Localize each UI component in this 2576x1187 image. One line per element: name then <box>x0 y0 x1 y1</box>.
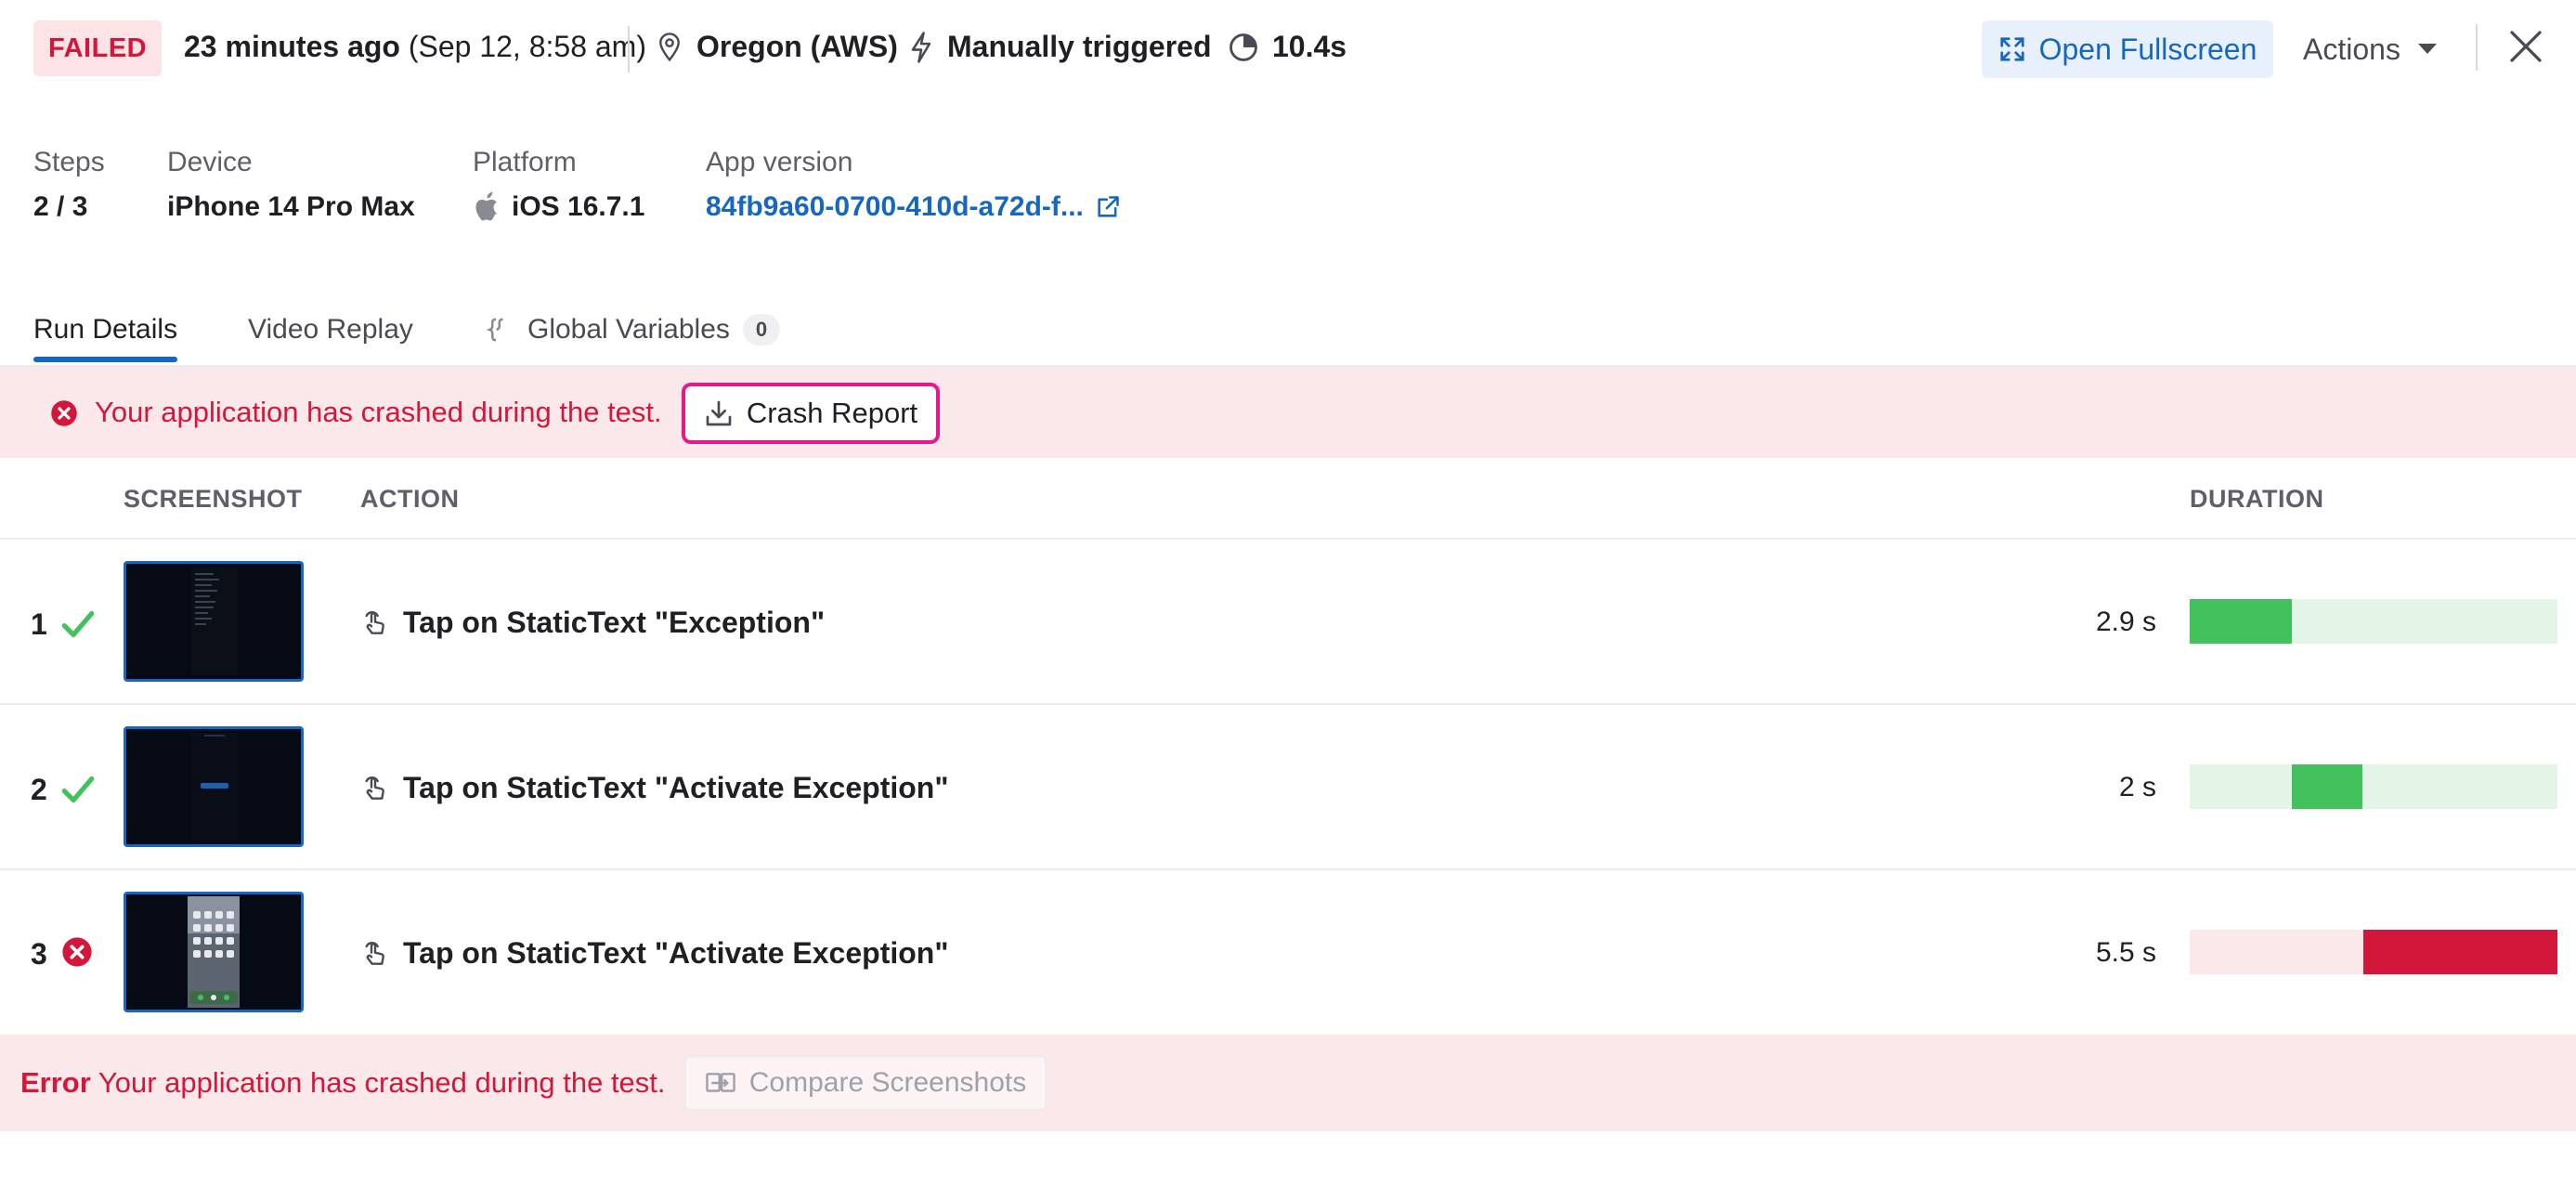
tab-global-variables-label: Global Variables <box>527 314 730 345</box>
crash-message: Your application has crashed during the … <box>95 396 662 428</box>
step-duration: 2.9 s <box>2095 607 2156 637</box>
lightning-icon <box>908 31 934 64</box>
step-screenshot-thumbnail[interactable] <box>124 892 304 1012</box>
platform-value: iOS 16.7.1 <box>473 191 644 223</box>
duration-track <box>2190 764 2557 809</box>
open-fullscreen-button[interactable]: Open Fullscreen <box>1982 20 2273 78</box>
caret-down-icon <box>2417 43 2438 56</box>
tap-icon <box>360 939 390 969</box>
app-version-link[interactable]: 84fb9a60-0700-410d-a72d-f... <box>706 191 1121 223</box>
header-divider <box>628 26 630 72</box>
run-time: 23 minutes ago (Sep 12, 8:58 am) <box>184 30 646 64</box>
step-number: 1 <box>31 607 47 641</box>
active-tab-indicator <box>33 357 177 362</box>
device-value: iPhone 14 Pro Max <box>167 191 415 222</box>
error-label: Error <box>20 1066 91 1099</box>
download-icon <box>704 398 734 428</box>
check-icon <box>59 773 97 811</box>
step-duration: 2 s <box>2118 772 2156 802</box>
external-link-icon <box>1095 194 1121 220</box>
step-number: 2 <box>31 773 47 806</box>
error-message: Error Your application has crashed durin… <box>20 1066 666 1100</box>
variables-count-badge: 0 <box>742 314 781 346</box>
step-screenshot-thumbnail[interactable] <box>124 726 304 847</box>
crash-report-button[interactable]: Crash Report <box>682 383 940 444</box>
duration-bar <box>2190 930 2557 974</box>
device-label: Device <box>167 147 253 177</box>
step-action: Tap on StaticText "Exception" <box>360 606 825 640</box>
crash-report-label: Crash Report <box>746 397 918 429</box>
actions-label: Actions <box>2303 32 2400 66</box>
duration-fill <box>2363 930 2557 974</box>
failed-x-icon <box>61 936 93 972</box>
step-action: Tap on StaticText "Activate Exception" <box>360 936 949 971</box>
compare-screenshots-label: Compare Screenshots <box>748 1067 1027 1098</box>
tap-icon <box>360 774 390 803</box>
compare-icon <box>705 1069 736 1097</box>
platform-text: iOS 16.7.1 <box>512 191 645 222</box>
close-icon <box>2507 28 2544 65</box>
trigger: Manually triggered <box>908 30 1212 64</box>
row-divider <box>0 868 2576 870</box>
app-version-text: 84fb9a60-0700-410d-a72d-f... <box>706 191 1084 222</box>
duration-label: 10.4s <box>1272 30 1347 63</box>
row-divider <box>0 703 2576 705</box>
duration-bar <box>2190 764 2557 809</box>
time-exact: (Sep 12, 8:58 am) <box>408 30 646 63</box>
error-circle-icon <box>50 399 78 432</box>
step-action-label: Tap on StaticText "Activate Exception" <box>403 771 949 804</box>
tab-run-details-label: Run Details <box>33 314 178 345</box>
step-screenshot-thumbnail[interactable] <box>124 561 304 682</box>
actions-divider <box>2476 24 2478 71</box>
close-button[interactable] <box>2507 28 2544 65</box>
actions-dropdown[interactable]: Actions <box>2303 20 2438 78</box>
step-action-label: Tap on StaticText "Activate Exception" <box>403 936 949 970</box>
table-header-divider <box>0 538 2576 540</box>
tap-icon <box>360 608 390 638</box>
step-action: Tap on StaticText "Activate Exception" <box>360 771 949 805</box>
location-label: Oregon (AWS) <box>696 30 898 63</box>
open-fullscreen-label: Open Fullscreen <box>2038 32 2257 66</box>
app-version-label: App version <box>706 147 853 177</box>
error-message-text: Your application has crashed during the … <box>98 1066 666 1099</box>
steps-value: 2 / 3 <box>33 191 88 222</box>
map-pin-icon <box>656 32 683 63</box>
step-number: 3 <box>31 937 47 971</box>
location: Oregon (AWS) <box>656 30 898 64</box>
time-ago: 23 minutes ago <box>184 30 400 63</box>
duration-fill <box>2292 764 2362 809</box>
column-header-duration: DURATION <box>2190 485 2324 513</box>
steps-label: Steps <box>33 147 105 177</box>
step-duration: 5.5 s <box>2095 937 2156 968</box>
tab-video-replay-label: Video Replay <box>248 314 413 345</box>
check-icon <box>59 607 97 646</box>
status-badge: FAILED <box>33 20 163 76</box>
column-header-screenshot: SCREENSHOT <box>124 485 303 513</box>
apple-icon <box>473 191 501 223</box>
platform-label: Platform <box>473 147 577 177</box>
duration-bar <box>2190 599 2557 644</box>
curly-braces-icon <box>487 316 514 344</box>
test-run-panel: FAILED 23 minutes ago (Sep 12, 8:58 am) … <box>0 0 2576 1187</box>
column-header-action: ACTION <box>360 485 460 513</box>
run-duration: 10.4s <box>1228 30 1347 64</box>
tab-run-details[interactable]: Run Details <box>33 314 177 346</box>
compare-screenshots-button[interactable]: Compare Screenshots <box>684 1055 1047 1111</box>
tab-global-variables[interactable]: Global Variables 0 <box>487 314 781 346</box>
expand-icon <box>1998 35 2026 63</box>
tab-video-replay[interactable]: Video Replay <box>248 314 413 346</box>
duration-fill <box>2190 599 2292 644</box>
trigger-label: Manually triggered <box>947 30 1212 63</box>
step-action-label: Tap on StaticText "Exception" <box>403 606 826 639</box>
pie-clock-icon <box>1228 32 1259 63</box>
